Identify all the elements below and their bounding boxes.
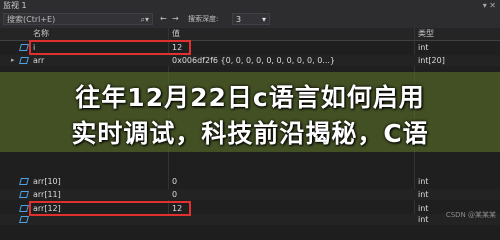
highlight-box <box>29 201 191 216</box>
title-bar: 监视 1 ▾ ✕ <box>0 0 500 11</box>
back-arrow-icon[interactable]: ← <box>160 14 167 23</box>
forward-arrow-icon[interactable]: → <box>172 14 179 23</box>
pin-icon[interactable]: ▾ ✕ <box>483 0 496 11</box>
window-title: 监视 1 <box>3 1 27 10</box>
row-type: int[20] <box>418 56 445 65</box>
variable-icon <box>19 178 29 185</box>
variable-icon <box>19 216 29 223</box>
search-icon[interactable]: ⌕▾ <box>141 14 150 26</box>
row-name: arr <box>33 56 45 65</box>
column-type[interactable]: 类型 <box>418 28 434 40</box>
highlight-box <box>29 40 191 55</box>
variable-icon <box>19 57 29 64</box>
search-input[interactable]: 搜索(Ctrl+E) ⌕▾ <box>3 13 153 25</box>
row-value[interactable]: 0x006df2f6 {0, 0, 0, 0, 0, 0, 0, 0, 0, 0… <box>172 55 335 66</box>
table-row[interactable]: arr[11] 0 int <box>0 189 500 200</box>
variable-icon <box>19 44 29 51</box>
row-type: int <box>418 177 429 186</box>
overlay-title-line-2: 实时调试，科技前沿揭秘，C语 <box>71 119 429 148</box>
depth-value: 3 <box>236 15 242 24</box>
row-name: arr[10] <box>33 177 61 186</box>
column-value[interactable]: 值 <box>172 28 180 40</box>
table-row[interactable]: arr[10] 0 int <box>0 176 500 187</box>
search-depth-select[interactable]: 3 ▾ <box>232 13 270 25</box>
row-type: int <box>418 204 429 213</box>
watermark: CSDN @某某某 <box>445 211 496 219</box>
row-type: int <box>418 43 429 52</box>
row-value[interactable]: 0 <box>172 176 177 187</box>
column-name[interactable]: 名称 <box>33 28 49 40</box>
search-placeholder: 搜索(Ctrl+E) <box>7 15 56 24</box>
overlay-title-line-1: 往年12月22日c语言如何启用 <box>75 83 425 112</box>
variable-icon <box>19 205 29 212</box>
row-type: int <box>418 215 429 224</box>
row-value[interactable]: 0 <box>172 189 177 200</box>
toolbar: 搜索(Ctrl+E) ⌕▾ ← → 搜索深度: 3 ▾ <box>0 11 500 28</box>
variable-icon <box>19 191 29 198</box>
expand-arrow-icon[interactable]: ▸ <box>11 55 15 66</box>
row-type: int <box>418 190 429 199</box>
chevron-down-icon[interactable]: ▾ <box>262 14 266 25</box>
search-depth-label: 搜索深度: <box>188 15 219 23</box>
table-row[interactable]: ▸ arr 0x006df2f6 {0, 0, 0, 0, 0, 0, 0, 0… <box>0 55 500 66</box>
row-name: arr[11] <box>33 190 61 199</box>
